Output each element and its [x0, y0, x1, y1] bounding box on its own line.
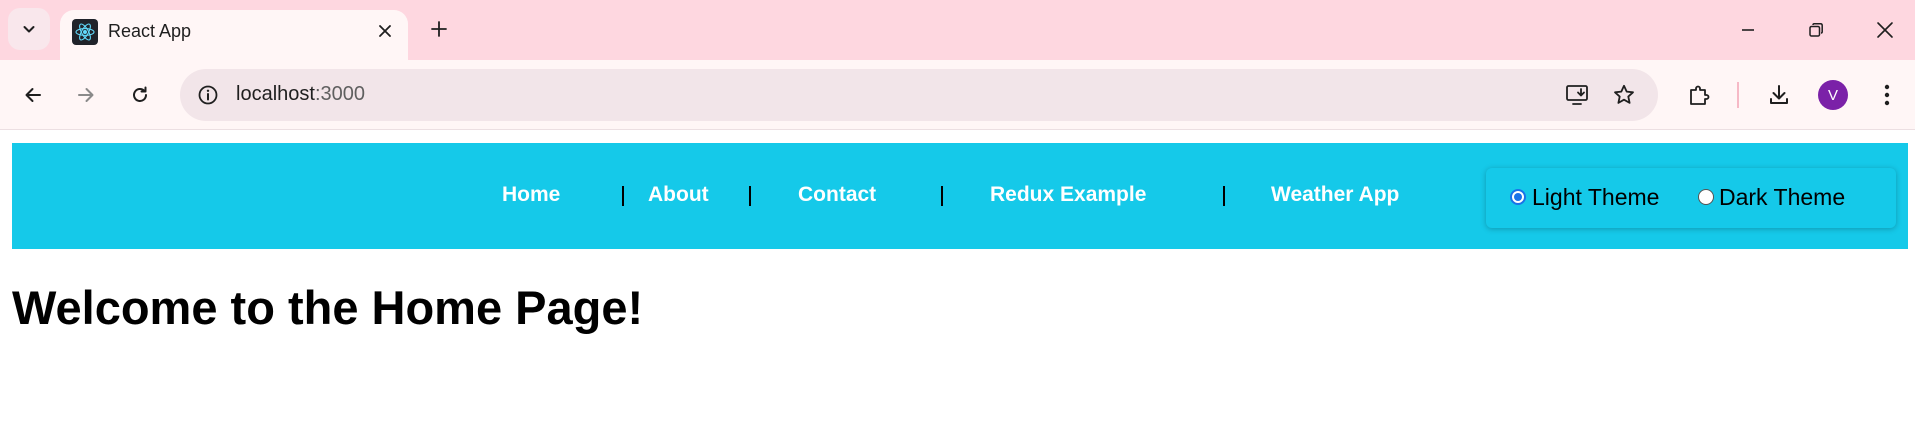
extensions-button[interactable]: [1680, 76, 1718, 114]
nav-separator: [749, 186, 751, 206]
tab-strip: React App: [0, 0, 1915, 60]
arrow-left-icon: [23, 85, 43, 105]
toolbar-separator: [1737, 82, 1739, 108]
light-theme-radio[interactable]: [1510, 189, 1526, 205]
install-app-icon[interactable]: [1563, 80, 1593, 110]
url-text[interactable]: localhost:3000: [236, 83, 365, 106]
chevron-down-icon: [21, 21, 37, 37]
dark-theme-label[interactable]: Dark Theme: [1719, 184, 1845, 211]
tab-search-button[interactable]: [8, 8, 50, 50]
close-icon: [1876, 21, 1894, 39]
tab-title: React App: [108, 21, 192, 41]
nav-separator: [941, 186, 943, 206]
light-theme-label[interactable]: Light Theme: [1532, 184, 1659, 211]
close-window-button[interactable]: [1865, 10, 1905, 50]
page-title: Welcome to the Home Page!: [12, 281, 644, 334]
nav-link-weather-app[interactable]: Weather App: [1271, 183, 1399, 207]
plus-icon: [430, 20, 448, 38]
forward-button[interactable]: [67, 76, 105, 114]
profile-avatar[interactable]: V: [1818, 80, 1848, 110]
browser-tab-active[interactable]: React App: [60, 10, 408, 60]
nav-link-home[interactable]: Home: [502, 183, 560, 207]
nav-separator: [622, 186, 624, 206]
browser-toolbar: localhost:3000 V: [0, 60, 1915, 130]
restore-icon: [1808, 22, 1824, 38]
nav-link-about[interactable]: About: [648, 183, 709, 207]
dark-theme-radio[interactable]: [1698, 189, 1714, 205]
star-icon[interactable]: [1609, 80, 1639, 110]
new-tab-button[interactable]: [424, 14, 454, 44]
nav-link-redux-example[interactable]: Redux Example: [990, 183, 1146, 207]
react-logo-icon: [72, 19, 98, 45]
browser-menu-button[interactable]: [1868, 76, 1906, 114]
back-button[interactable]: [14, 76, 52, 114]
nav-link-contact[interactable]: Contact: [798, 183, 876, 207]
reload-icon: [130, 85, 150, 105]
more-vertical-icon: [1883, 84, 1891, 106]
address-bar[interactable]: localhost:3000: [180, 69, 1658, 121]
nav-separator: [1223, 186, 1225, 206]
restore-button[interactable]: [1796, 10, 1836, 50]
site-info-icon[interactable]: [194, 81, 222, 109]
puzzle-piece-icon: [1687, 83, 1711, 107]
theme-switcher: Light Theme Dark Theme: [1486, 168, 1896, 228]
minimize-button[interactable]: [1728, 10, 1768, 50]
download-icon: [1767, 83, 1791, 107]
site-navbar: Home About Contact Redux Example Weather…: [12, 143, 1908, 249]
minimize-icon: [1740, 22, 1756, 38]
arrow-right-icon: [76, 85, 96, 105]
close-tab-icon[interactable]: [372, 18, 398, 44]
reload-button[interactable]: [121, 76, 159, 114]
url-port: :3000: [314, 83, 365, 105]
url-host: localhost: [236, 83, 315, 105]
downloads-button[interactable]: [1760, 76, 1798, 114]
